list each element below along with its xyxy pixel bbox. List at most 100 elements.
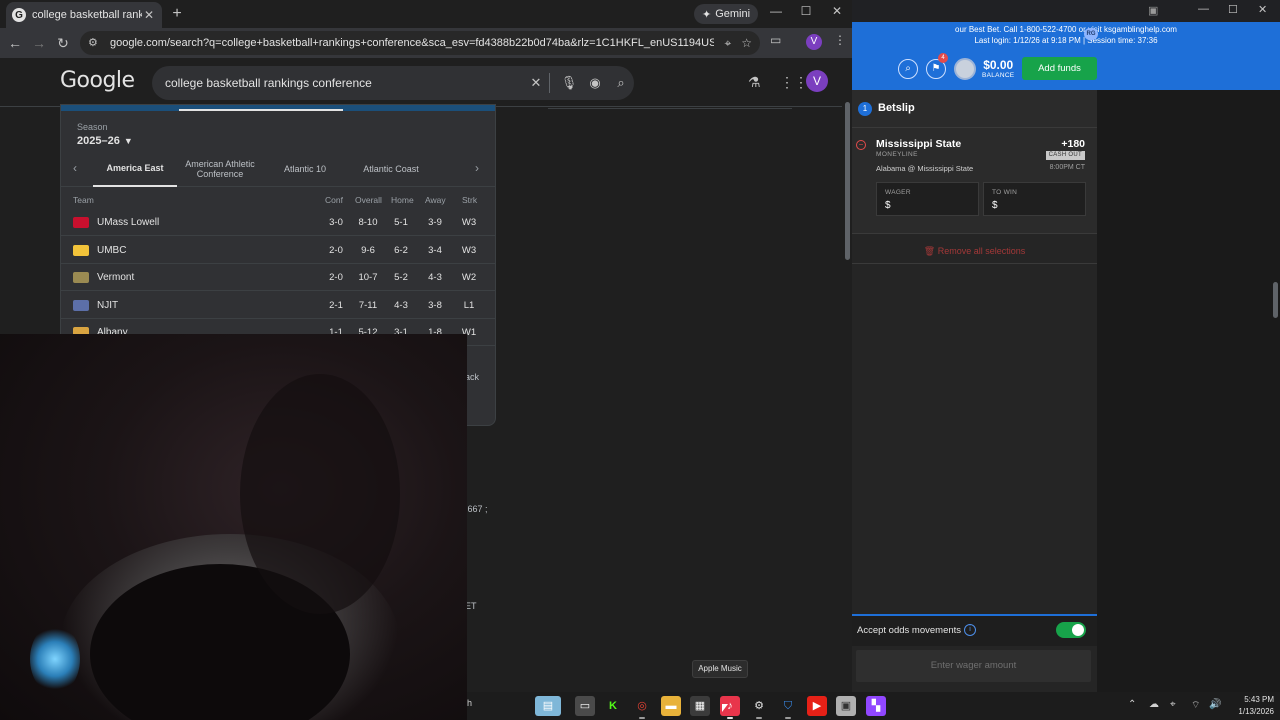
remove-all-button[interactable]: 🗑 Remove all selections [852, 238, 1097, 264]
standings-header: Team Conf Overall Home Away Strk [61, 193, 495, 209]
tab-atlantic-coast[interactable]: Atlantic Coast [351, 151, 431, 187]
team-name[interactable]: NJIT [97, 300, 118, 311]
chevron-left-icon[interactable]: ‹ [73, 161, 77, 175]
tab-close-icon[interactable]: ✕ [142, 8, 156, 22]
to-win-label: TO WIN [992, 189, 1018, 196]
headphone-light [30, 624, 80, 694]
accept-odds-toggle[interactable] [1056, 622, 1086, 638]
cast-icon[interactable]: ▭ [770, 33, 781, 47]
bw-maximize-button[interactable]: ☐ [1228, 3, 1238, 16]
col-conf: Conf [325, 195, 343, 205]
conference-tabs: ‹ America East American Athletic Confere… [61, 151, 495, 187]
app-icon[interactable]: ▣ [836, 696, 856, 716]
location-icon[interactable]: ⌖ [724, 36, 731, 51]
team-logo-icon [73, 217, 89, 228]
widgets-icon[interactable]: ▤ [535, 696, 561, 716]
info-icon[interactable]: i [964, 624, 976, 636]
betslip-header[interactable]: 1 Betslip [852, 90, 1097, 128]
gemini-button[interactable]: ✦ Gemini [694, 4, 759, 24]
clear-icon[interactable]: ✕ [523, 75, 549, 91]
windows-taskbar: h ▤ ▭ K ◎ ▬ ▦ ♪ ⚙ ⛉ ▶ ▣ ▚ ⌃ ☁ ⌖ ⌔ 🔊 5:43… [467, 692, 1280, 720]
site-info-icon[interactable]: ⚙ [88, 36, 102, 50]
search-icon[interactable]: ⌕ [608, 75, 634, 91]
google-favicon-icon: G [12, 8, 26, 22]
betting-scrollbar[interactable] [1270, 90, 1280, 692]
microsoft-store-icon[interactable]: ▦ [690, 696, 710, 716]
show-hidden-icons-chevron-icon[interactable]: ⌃ [1128, 699, 1136, 710]
remove-selection-icon[interactable]: − [856, 140, 866, 150]
cell-strk: W2 [461, 272, 477, 283]
tab-american-athletic[interactable]: American Athletic Conference [179, 151, 261, 187]
tab-title: college basketball rankings con [32, 9, 142, 21]
steam-icon[interactable]: ⚙ [749, 696, 769, 716]
shield-vpn-icon[interactable]: ⛉ [778, 696, 798, 716]
lens-camera-icon[interactable]: ◉ [582, 75, 608, 91]
col-away: Away [425, 195, 446, 205]
browser-toolbar: ← → ↻ ⚙ google.com/search?q=college+bask… [0, 28, 852, 58]
task-view-icon[interactable]: ▭ [575, 696, 595, 716]
browser-tab[interactable]: G college basketball rankings con ✕ [6, 2, 162, 28]
microphone-icon[interactable]: 🎙 [556, 75, 582, 91]
forward-arrow-icon[interactable]: → [30, 34, 48, 52]
selection-team: Mississippi State [876, 138, 962, 150]
minimize-button[interactable]: — [764, 4, 788, 18]
account-avatar[interactable] [954, 58, 976, 80]
screen: G college basketball rankings con ✕ + ✦ … [0, 0, 1280, 720]
taskbar-search[interactable]: h [467, 698, 472, 708]
cell-overall: 8-10 [358, 217, 378, 228]
google-account-avatar[interactable]: V [806, 70, 828, 92]
table-row[interactable]: UMass Lowell 3-0 8-10 5-1 3-9 W3 [61, 209, 495, 236]
back-arrow-icon[interactable]: ← [6, 34, 24, 52]
selection-market: MONEYLINE [876, 151, 918, 158]
labs-flask-icon[interactable]: ⚗ [748, 74, 761, 91]
apps-grid-icon[interactable]: ⋮⋮ [780, 74, 808, 91]
search-icon[interactable]: ⌕ [898, 59, 918, 79]
onedrive-cloud-icon[interactable]: ☁ [1149, 699, 1159, 710]
tab-america-east[interactable]: America East [93, 151, 177, 187]
twitch-icon[interactable]: ▚ [866, 696, 886, 716]
search-divider [549, 73, 550, 93]
team-name[interactable]: Vermont [97, 272, 134, 283]
volume-icon[interactable]: 🔊 [1209, 699, 1221, 710]
table-row[interactable]: UMBC 2-0 9-6 6-2 3-4 W3 [61, 237, 495, 264]
google-search-box[interactable]: college basketball rankings conference ✕… [152, 66, 634, 100]
close-window-button[interactable]: ✕ [825, 4, 849, 18]
taskbar-clock[interactable]: 5:43 PM 1/13/2026 [1230, 694, 1274, 718]
bookmark-star-icon[interactable]: ☆ [741, 36, 752, 50]
location-tray-icon[interactable]: ⌖ [1170, 699, 1176, 710]
rg-badge[interactable]: RG [1084, 28, 1098, 40]
col-overall: Overall [355, 195, 382, 205]
google-logo[interactable]: Google [60, 68, 135, 93]
chevron-right-icon[interactable]: › [475, 161, 479, 175]
profile-avatar[interactable]: V [806, 34, 822, 50]
page-scrollbar[interactable] [842, 58, 852, 692]
season-dropdown[interactable]: 2025–26 ▼ [77, 135, 133, 147]
table-row[interactable]: NJIT 2-1 7-11 4-3 3-8 L1 [61, 292, 495, 319]
add-funds-button[interactable]: Add funds [1022, 57, 1097, 80]
search-query[interactable]: college basketball rankings conference [165, 76, 523, 90]
peek-back[interactable]: ack [465, 372, 479, 382]
table-row[interactable]: Vermont 2-0 10-7 5-2 4-3 W2 [61, 264, 495, 291]
clock-date: 1/13/2026 [1238, 707, 1274, 716]
place-bet-button[interactable]: Enter wager amount [856, 650, 1091, 682]
menu-kebab-icon[interactable]: ⋮ [834, 33, 846, 47]
youtube-icon[interactable]: ▶ [807, 696, 827, 716]
file-explorer-icon[interactable]: ▬ [661, 696, 681, 716]
wifi-icon[interactable]: ⌔ [1191, 699, 1200, 712]
new-tab-button[interactable]: + [168, 5, 186, 23]
tab-atlantic-10[interactable]: Atlantic 10 [269, 151, 341, 187]
bw-minimize-button[interactable]: — [1198, 3, 1209, 15]
maximize-button[interactable]: ☐ [794, 4, 818, 18]
address-bar[interactable]: ⚙ google.com/search?q=college+basketball… [80, 31, 760, 55]
team-logo-icon [73, 299, 89, 311]
kick-app-icon[interactable]: K [603, 696, 623, 716]
chrome-icon[interactable]: ◎ [632, 696, 652, 716]
season-label: Season [77, 122, 108, 132]
team-name[interactable]: UMBC [97, 245, 126, 256]
wager-input[interactable]: WAGER $ [876, 182, 979, 216]
team-name[interactable]: UMass Lowell [97, 217, 159, 228]
to-win-input[interactable]: TO WIN $ [983, 182, 1086, 216]
reload-icon[interactable]: ↻ [54, 34, 72, 52]
balance-display[interactable]: $0.00 BALANCE [982, 58, 1014, 79]
bw-close-button[interactable]: ✕ [1258, 3, 1267, 16]
